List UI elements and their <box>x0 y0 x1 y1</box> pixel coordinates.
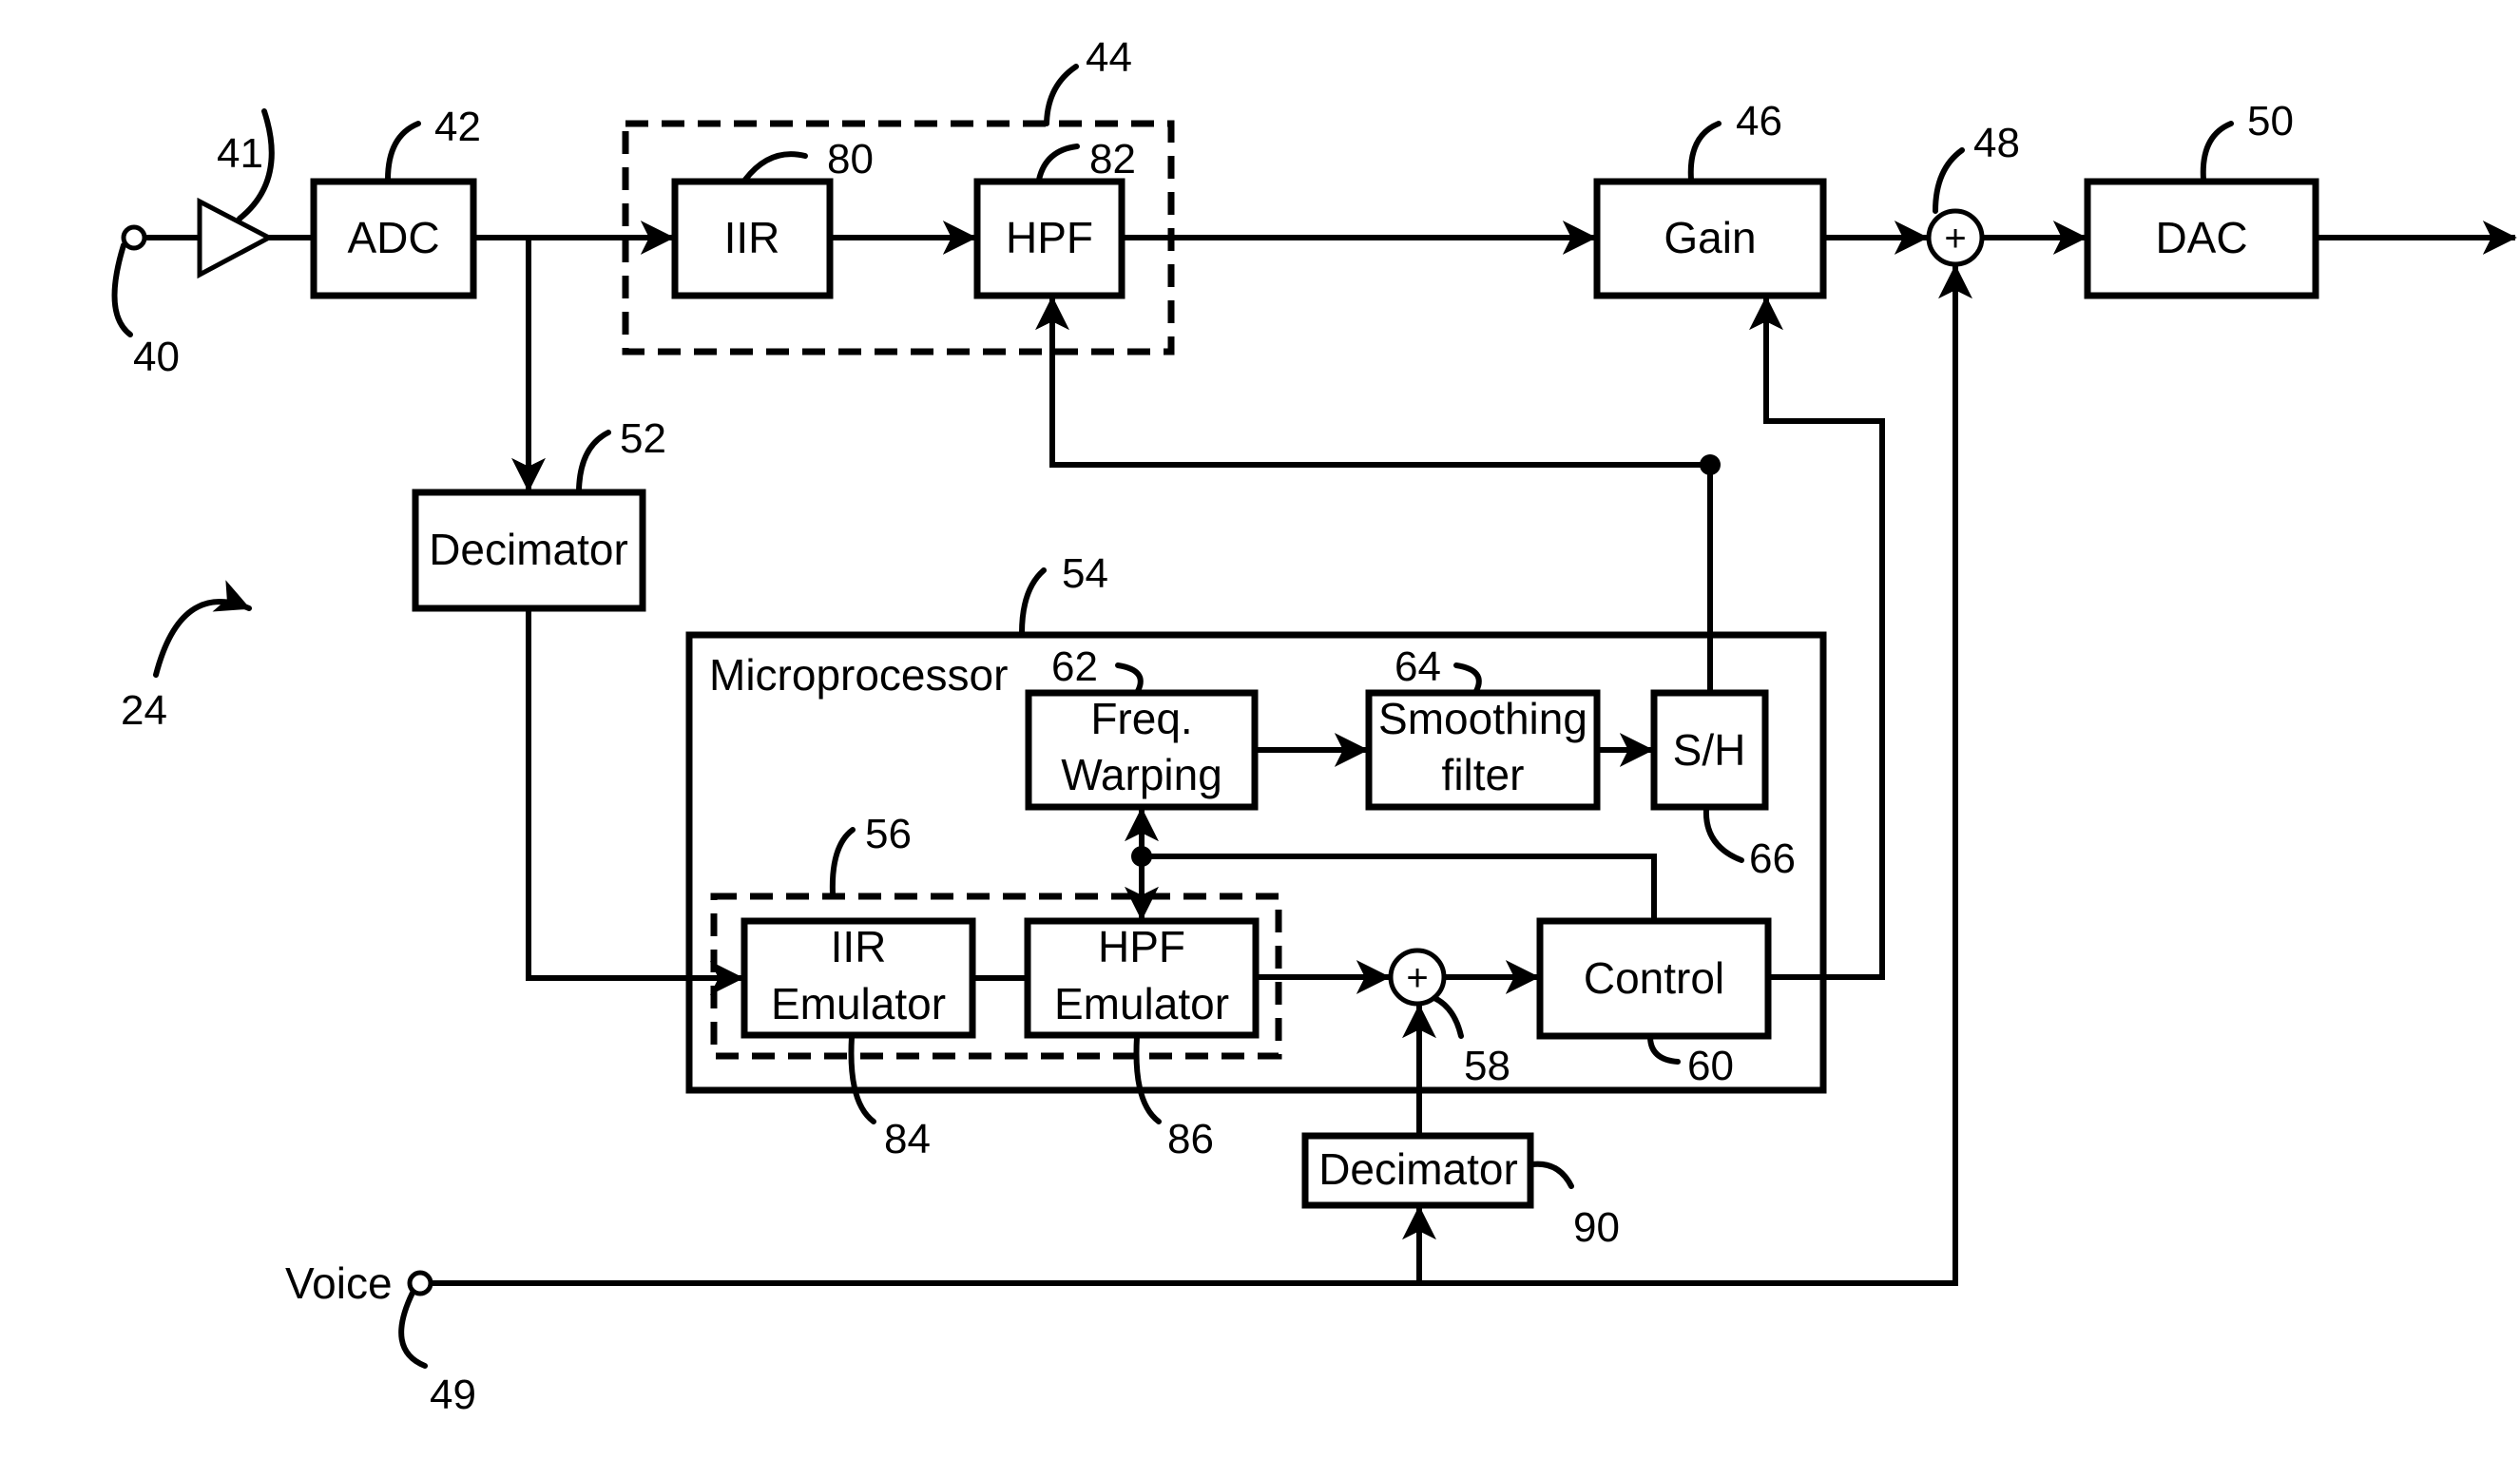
junction-dot-top <box>1700 454 1721 475</box>
sum-out-plus-icon: + <box>1944 218 1966 259</box>
wire-control-up <box>1142 854 1657 921</box>
leader-82 <box>1036 144 1080 182</box>
ref-50: 50 <box>2247 98 2294 144</box>
leader-86 <box>1133 1034 1162 1124</box>
ref-48: 48 <box>1973 120 2020 166</box>
leader-84 <box>848 1034 876 1124</box>
microprocessor-label: Microprocessor <box>709 650 1008 700</box>
hpf-emulator-label-line2: Emulator <box>1054 979 1229 1028</box>
leader-80 <box>742 151 808 182</box>
leader-52 <box>576 430 611 493</box>
amplifier-triangle-icon <box>197 197 275 279</box>
hpf-block: HPF <box>973 178 1125 299</box>
leader-60 <box>1647 1035 1681 1065</box>
hpf-emulator-label-line1: HPF <box>1098 922 1185 971</box>
leader-44 <box>1044 64 1079 126</box>
leader-49 <box>398 1290 428 1369</box>
leader-64 <box>1453 662 1482 694</box>
ref-54: 54 <box>1062 550 1108 597</box>
ref-49: 49 <box>430 1372 476 1418</box>
leader-42 <box>385 121 421 182</box>
smoothing-filter-label-line1: Smoothing <box>1378 694 1587 743</box>
ref-58: 58 <box>1464 1043 1510 1089</box>
freq-warping-label-line1: Freq. <box>1090 694 1192 743</box>
gain-block: Gain <box>1593 178 1827 299</box>
leader-54 <box>1019 567 1047 636</box>
junction-dot-mid <box>1131 846 1152 867</box>
ref-86: 86 <box>1167 1116 1214 1162</box>
hpf-label: HPF <box>1006 213 1093 262</box>
ref-52: 52 <box>620 415 666 462</box>
adc-label: ADC <box>347 213 439 262</box>
ref-24: 24 <box>121 687 167 734</box>
hpf-emulator-block: HPF Emulator <box>1024 917 1260 1039</box>
output-summing-junction: + <box>1926 208 1985 267</box>
decimator-voice-label: Decimator <box>1318 1144 1518 1194</box>
ref-64: 64 <box>1395 643 1441 690</box>
block-diagram: ADC IIR HPF Gain + DAC Decimator Micropr… <box>111 34 2517 1418</box>
decimator-voice-block: Decimator <box>1301 1132 1534 1209</box>
ref-56: 56 <box>865 811 912 857</box>
ref-44: 44 <box>1086 34 1132 81</box>
leader-62 <box>1115 662 1144 694</box>
ref-46: 46 <box>1736 98 1782 144</box>
leader-46 <box>1687 121 1722 182</box>
iir-emulator-block: IIR Emulator <box>741 917 976 1039</box>
leader-66 <box>1702 806 1744 863</box>
leader-56 <box>829 827 856 897</box>
adc-block: ADC <box>310 178 477 299</box>
iir-block: IIR <box>671 178 834 299</box>
leader-48 <box>1933 147 1965 214</box>
leader-50 <box>2200 121 2234 182</box>
ref-41: 41 <box>217 130 263 177</box>
freq-warping-label-line2: Warping <box>1061 750 1222 799</box>
dac-block: DAC <box>2084 178 2319 299</box>
sample-hold-label: S/H <box>1673 725 1746 775</box>
ref-90: 90 <box>1573 1204 1620 1251</box>
ref-66: 66 <box>1749 835 1796 882</box>
decimator-main-block: Decimator <box>412 489 646 612</box>
leader-58 <box>1432 995 1464 1039</box>
iir-label: IIR <box>724 213 780 262</box>
leader-90 <box>1529 1161 1574 1189</box>
sum-inner-plus-icon: + <box>1406 957 1428 999</box>
control-label: Control <box>1584 953 1724 1003</box>
iir-emulator-label-line1: IIR <box>831 922 887 971</box>
ref-60: 60 <box>1687 1043 1734 1089</box>
freq-warping-block: Freq. Warping <box>1025 689 1259 811</box>
leader-40 <box>111 242 133 337</box>
gain-label: Gain <box>1664 213 1756 262</box>
control-block: Control <box>1536 917 1772 1040</box>
ref-84: 84 <box>884 1116 931 1162</box>
ref-62: 62 <box>1051 643 1098 690</box>
sample-hold-block: S/H <box>1650 689 1769 811</box>
smoothing-filter-label-line2: filter <box>1442 750 1525 799</box>
ref-80: 80 <box>827 136 874 182</box>
figure-reference-arrow-icon <box>153 580 252 678</box>
dac-label: DAC <box>2155 213 2247 262</box>
ref-40: 40 <box>133 334 180 380</box>
decimator-main-label: Decimator <box>429 525 628 574</box>
wire-sh-to-hpf <box>1035 296 1710 468</box>
iir-emulator-label-line2: Emulator <box>771 979 946 1028</box>
input-terminal <box>121 224 147 251</box>
voice-label: Voice <box>285 1258 393 1308</box>
ref-42: 42 <box>434 104 481 150</box>
ref-82: 82 <box>1089 136 1136 182</box>
smoothing-filter-block: Smoothing filter <box>1365 689 1601 811</box>
